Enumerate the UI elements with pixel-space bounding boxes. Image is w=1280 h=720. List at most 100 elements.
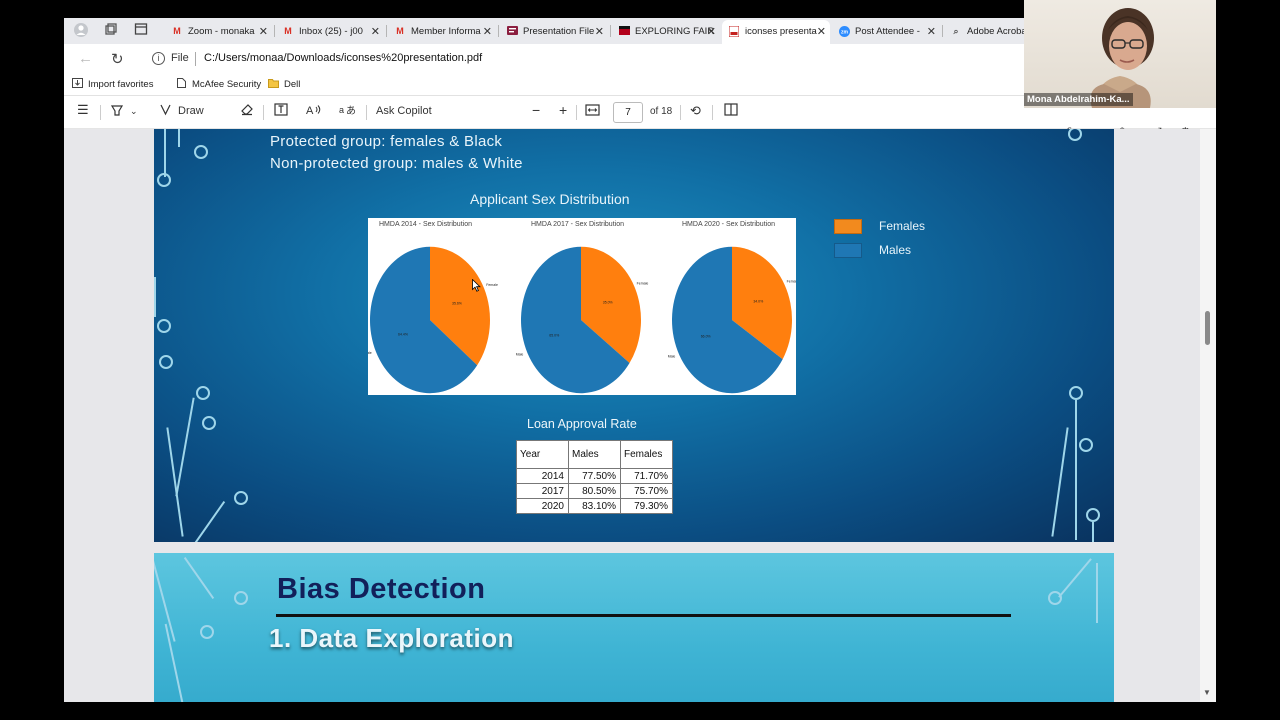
pie-percent-label: 66.0% xyxy=(701,334,711,338)
tab-inbox[interactable]: M Inbox (25) - j00 ✕ xyxy=(276,20,384,44)
tab-zoom[interactable]: M Zoom - monaka ✕ xyxy=(165,20,272,44)
page-view-icon[interactable] xyxy=(724,103,738,119)
scrollbar-thumb[interactable] xyxy=(1205,311,1210,345)
tab-presentation-file[interactable]: Presentation File ✕ xyxy=(500,20,608,44)
zoom-out-icon[interactable]: − xyxy=(532,102,540,118)
chart-title: Applicant Sex Distribution xyxy=(470,191,630,207)
close-icon[interactable]: ✕ xyxy=(483,20,492,44)
svg-text:zm: zm xyxy=(841,30,849,36)
info-icon[interactable]: i xyxy=(152,52,165,65)
legend-label-males: Males xyxy=(879,243,912,257)
pdf-page-8: Bias Detection 1. Data Exploration xyxy=(154,553,1114,702)
legend-swatch-males xyxy=(834,243,862,258)
favorite-mcafee[interactable]: McAfee Security xyxy=(176,78,261,90)
loan-approval-title: Loan Approval Rate xyxy=(527,417,637,431)
page-total-label: of 18 xyxy=(650,106,673,117)
svg-text:a: a xyxy=(339,105,344,115)
gmail-icon: M xyxy=(396,26,404,37)
scroll-down-arrow-icon[interactable]: ▼ xyxy=(1203,688,1211,697)
close-icon[interactable]: ✕ xyxy=(595,20,604,44)
favorite-dell[interactable]: Dell xyxy=(268,78,300,90)
pie-percent-label: 34.0% xyxy=(753,300,763,304)
vertical-scrollbar[interactable]: ▼ xyxy=(1200,129,1216,702)
tab-member-info[interactable]: M Member Informa ✕ xyxy=(388,20,496,44)
page-icon xyxy=(177,78,186,88)
profile-icon[interactable] xyxy=(72,22,90,40)
pie-category-label: Male xyxy=(668,355,676,359)
url-text[interactable]: C:/Users/monaa/Downloads/iconses%20prese… xyxy=(204,52,482,64)
fit-width-icon[interactable] xyxy=(585,104,600,119)
pie-percent-label: 65.0% xyxy=(549,333,559,337)
pie-chart-panel: HMDA 2014 - Sex Distribution HMDA 2017 -… xyxy=(368,218,796,395)
pdf-viewer[interactable]: Protected group: females & Black Non-pro… xyxy=(64,129,1216,702)
circuit-decoration xyxy=(164,129,166,177)
tab-actions-icon[interactable] xyxy=(132,22,150,40)
highlight-icon[interactable] xyxy=(110,103,124,120)
pie-category-label: Female xyxy=(486,283,498,287)
close-icon[interactable]: ✕ xyxy=(927,20,936,44)
circuit-node xyxy=(157,173,171,187)
zoom-icon: zm xyxy=(838,26,850,38)
pie-category-label: Female xyxy=(787,279,796,283)
pie-category-label: Female xyxy=(637,282,649,286)
text-box-icon[interactable] xyxy=(274,103,288,119)
draw-button[interactable]: Draw xyxy=(159,103,204,117)
table-header: Males xyxy=(568,440,621,469)
pdf-page-7: Protected group: females & Black Non-pro… xyxy=(154,129,1114,542)
favorite-import[interactable]: Import favorites xyxy=(72,78,153,90)
svg-text:あ: あ xyxy=(346,105,356,116)
bias-detection-title: Bias Detection xyxy=(277,573,486,605)
pie-category-label: Male xyxy=(516,352,524,356)
pie-percent-label: 64.4% xyxy=(398,333,408,337)
participant-video-icon xyxy=(1090,8,1154,108)
data-exploration-subtitle: 1. Data Exploration xyxy=(269,623,514,653)
table-header: Females xyxy=(620,440,673,469)
browser-window: M Zoom - monaka ✕ M Inbox (25) - j00 ✕ M Memb… xyxy=(64,18,1216,702)
mouse-cursor-icon xyxy=(472,279,481,292)
search-icon: ⌕ xyxy=(953,26,959,37)
legend-label-females: Females xyxy=(879,219,926,233)
draw-icon xyxy=(160,104,171,116)
tab-adobe-acrobat[interactable]: ⌕ Adobe Acroba xyxy=(944,20,1024,44)
webcam-video: Mona Abdelrahim-Ka... xyxy=(1024,0,1216,108)
rotate-icon[interactable]: ⟲ xyxy=(690,103,701,119)
close-icon[interactable]: ✕ xyxy=(371,20,380,44)
tab-exploring-fair[interactable]: EXPLORING FAIR ✕ xyxy=(612,20,720,44)
page-number-input[interactable]: 7 xyxy=(613,102,643,123)
url-field[interactable]: i File C:/Users/monaa/Downloads/iconses%… xyxy=(142,48,1078,70)
title-underline xyxy=(276,614,1011,617)
legend-swatch-females xyxy=(834,219,862,234)
contents-list-icon[interactable]: ☰ xyxy=(77,102,89,118)
pie-percent-label: 35.0% xyxy=(603,301,613,305)
ask-copilot-button[interactable]: Ask Copilot xyxy=(376,105,432,117)
pie-charts: 35.6% Female 64.4% Male 35.0% Female 65.0% Male… xyxy=(368,246,796,394)
loan-approval-table: Year Males Females 2014 77.50% 71.70% 20… xyxy=(516,440,673,514)
table-row: 2017 80.50% 75.70% xyxy=(516,483,673,499)
pie-category-label: Male xyxy=(368,351,372,355)
read-aloud-icon[interactable]: A xyxy=(306,103,322,119)
close-icon[interactable]: ✕ xyxy=(707,20,716,44)
tab-iconses-presentation[interactable]: iconses presenta ✕ xyxy=(722,20,830,44)
pdf-icon xyxy=(728,25,740,38)
eraser-icon[interactable] xyxy=(240,103,254,119)
table-header: Year xyxy=(516,440,569,469)
workspaces-icon[interactable] xyxy=(102,22,120,40)
zoom-in-icon[interactable]: + xyxy=(559,102,567,118)
folder-icon xyxy=(268,79,279,88)
url-scheme-label: File xyxy=(171,52,189,64)
svg-text:A: A xyxy=(306,105,314,116)
table-row: 2020 83.10% 79.30% xyxy=(516,498,673,514)
close-icon[interactable]: ✕ xyxy=(817,20,826,44)
refresh-icon[interactable]: ↻ xyxy=(111,50,124,68)
participant-name-label: Mona Abdelrahim-Ka... xyxy=(1024,93,1133,106)
table-row: 2014 77.50% 71.70% xyxy=(516,468,673,484)
gmail-icon: M xyxy=(173,26,181,37)
back-icon[interactable]: ← xyxy=(78,50,93,67)
close-icon[interactable]: ✕ xyxy=(259,20,268,44)
tab-post-attendee[interactable]: zm Post Attendee - ✕ xyxy=(832,20,940,44)
drive-icon xyxy=(506,26,518,36)
chevron-down-icon[interactable]: ⌄ xyxy=(130,106,138,117)
gmail-icon: M xyxy=(284,26,292,37)
pdf-icon xyxy=(618,26,630,36)
translate-icon[interactable]: aあ xyxy=(339,103,356,119)
